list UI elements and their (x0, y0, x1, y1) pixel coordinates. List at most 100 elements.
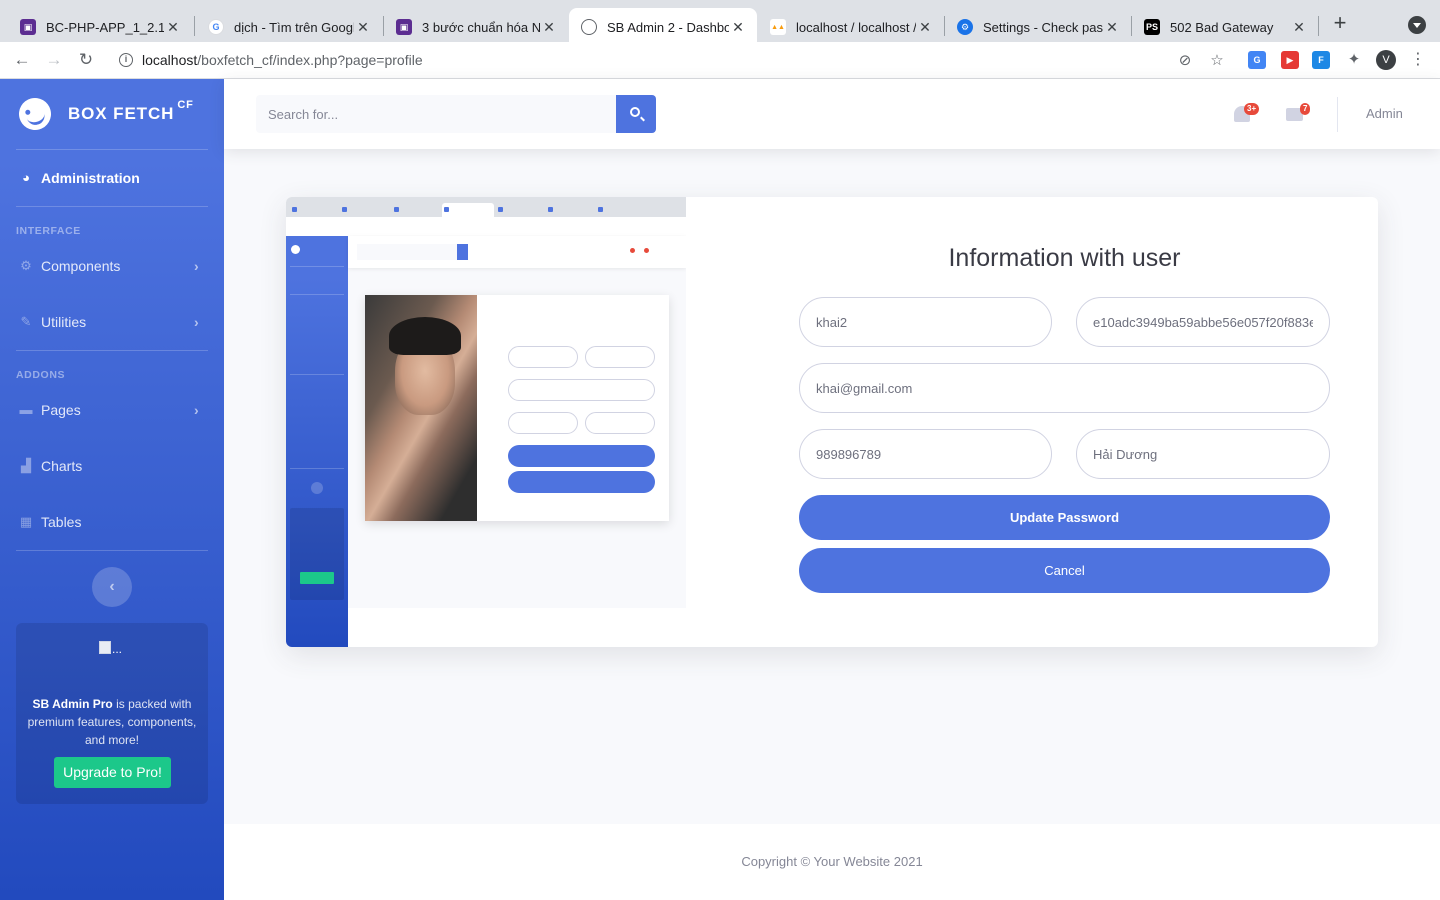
profile-image-footer (348, 608, 686, 647)
sidebar-item-utilities[interactable]: ✎ Utilities › (0, 294, 224, 350)
search-button[interactable] (616, 95, 656, 133)
menu-icon[interactable]: ⋮ (1410, 49, 1426, 71)
chevron-right-icon: › (194, 258, 199, 274)
profile-image-badge (630, 248, 635, 253)
wrench-icon: ✎ (20, 314, 32, 329)
forward-icon[interactable]: → (44, 50, 64, 70)
back-icon[interactable]: ← (12, 50, 32, 70)
tachometer-icon: ◕ (22, 170, 30, 185)
gear-icon: ⚙ (957, 19, 973, 35)
profile-image-tab (496, 203, 544, 217)
profile-image-card (365, 295, 669, 521)
sidebar-heading: INTERFACE (16, 225, 81, 237)
tab-title: dịch - Tìm trên Googl (234, 19, 354, 35)
phone-field[interactable] (799, 429, 1052, 479)
extension-icon[interactable]: ▶ (1281, 51, 1299, 69)
chevron-left-icon: ‹ (109, 578, 115, 595)
folder-icon: ▬ (19, 402, 33, 417)
profile-image-tab (442, 203, 494, 217)
search-input[interactable] (256, 95, 616, 133)
browser-tab-strip: ▣ BC-PHP-APP_1_2.1: [ ✕ G dịch - Tìm trê… (0, 0, 1440, 46)
browser-tab-active[interactable]: SB Admin 2 - Dashbo ✕ (569, 8, 757, 46)
tab-title: BC-PHP-APP_1_2.1: [ (46, 19, 164, 35)
browser-tab[interactable]: ▣ 3 bước chuẩn hóa NF ✕ (384, 8, 568, 46)
close-icon[interactable]: ✕ (1290, 19, 1308, 36)
star-icon[interactable]: ☆ (1208, 52, 1226, 70)
close-icon[interactable]: ✕ (1103, 19, 1121, 36)
user-name[interactable]: Admin (1366, 106, 1403, 121)
email-field[interactable] (799, 363, 1330, 413)
google-icon: G (208, 19, 224, 35)
tab-title: 502 Bad Gateway (1170, 19, 1274, 35)
profile-avatar[interactable]: V (1376, 50, 1396, 70)
tab-separator (1318, 16, 1319, 36)
cancel-button[interactable]: Cancel (799, 548, 1330, 593)
sidebar-promo-card: ... SB Admin Pro is packed with premium … (16, 623, 208, 804)
upgrade-to-pro-button[interactable]: Upgrade to Pro! (54, 757, 171, 788)
sidebar-brand[interactable]: BOX FETCH CF (0, 79, 224, 149)
sidebar-item-pages[interactable]: ▬ Pages › (0, 382, 224, 438)
tab-search-icon[interactable] (1408, 16, 1426, 34)
sidebar-item-label: Pages (41, 402, 81, 418)
profile-image-divider (290, 468, 344, 469)
close-icon[interactable]: ✕ (164, 19, 182, 36)
file-icon: ▣ (20, 19, 36, 35)
browser-tab[interactable]: ▲▲ localhost / localhost / ✕ (758, 8, 944, 46)
profile-image-tab (392, 203, 440, 217)
browser-tab[interactable]: PS 502 Bad Gateway ✕ (1132, 8, 1318, 46)
sidebar-toggle-button[interactable]: ‹ (92, 567, 132, 607)
sidebar-divider (16, 550, 208, 551)
globe-icon (581, 19, 597, 35)
profile-image-field (508, 346, 578, 368)
url-text[interactable]: localhost/boxfetch_cf/index.php?page=pro… (142, 52, 423, 68)
profile-card: Information with user Update Password Ca… (286, 197, 1378, 647)
phpstorm-icon: PS (1144, 19, 1160, 35)
profile-image-topbar (348, 236, 686, 268)
profile-image-button (508, 445, 655, 467)
chart-area-icon: ▟ (21, 458, 31, 473)
profile-image-tab (596, 203, 644, 217)
sidebar-item-label: Utilities (41, 314, 87, 330)
extension-icon[interactable]: F (1312, 51, 1330, 69)
profile-image-button (508, 471, 655, 493)
address-bar[interactable]: i localhost/boxfetch_cf/index.php?page=p… (108, 45, 1236, 76)
password-field[interactable] (1076, 297, 1330, 347)
puzzle-icon[interactable]: ✦ (1345, 51, 1363, 69)
sidebar-item-label: Components (41, 258, 121, 274)
sidebar-item-label: Administration (41, 170, 140, 186)
sidebar-item-components[interactable]: ⚙ Components › (0, 238, 224, 294)
address-field[interactable] (1076, 429, 1330, 479)
username-field[interactable] (799, 297, 1052, 347)
sidebar-item-charts[interactable]: ▟ Charts (0, 438, 224, 494)
eye-off-icon[interactable]: ⊘ (1176, 52, 1194, 70)
profile-image-field (585, 346, 655, 368)
profile-image-address-bar (286, 217, 686, 236)
tab-title: Settings - Check pass (983, 19, 1103, 35)
promo-brand: SB Admin Pro (32, 697, 113, 711)
sidebar-heading: ADDONS (16, 369, 66, 381)
brand-superscript: CF (177, 99, 194, 111)
sidebar-item-tables[interactable]: ▦ Tables (0, 494, 224, 550)
close-icon[interactable]: ✕ (729, 19, 747, 36)
google-translate-icon[interactable]: G (1248, 51, 1266, 69)
close-icon[interactable]: ✕ (540, 19, 558, 36)
page: BOX FETCH CF ◕ Administration INTERFACE ⚙… (0, 79, 1440, 900)
brand-label: BOX FETCH (68, 104, 175, 123)
profile-image-field (585, 412, 655, 434)
profile-image-field (508, 379, 655, 401)
topbar-divider (1337, 97, 1338, 132)
reload-icon[interactable]: ↻ (76, 50, 96, 70)
close-icon[interactable]: ✕ (354, 19, 372, 36)
browser-tab[interactable]: G dịch - Tìm trên Googl ✕ (196, 8, 382, 46)
close-icon[interactable]: ✕ (916, 19, 934, 36)
update-password-button[interactable]: Update Password (799, 495, 1330, 540)
sidebar-item-administration[interactable]: ◕ Administration (0, 150, 224, 206)
new-tab-icon[interactable]: + (1328, 12, 1352, 36)
page-title: Information with user (948, 244, 1181, 272)
url-host: localhost (142, 52, 198, 68)
search-icon (630, 107, 640, 117)
browser-tab[interactable]: ▣ BC-PHP-APP_1_2.1: [ ✕ (8, 8, 192, 46)
sidebar-divider (16, 206, 208, 207)
browser-tab[interactable]: ⚙ Settings - Check pass ✕ (945, 8, 1131, 46)
site-info-icon[interactable]: i (119, 53, 133, 67)
